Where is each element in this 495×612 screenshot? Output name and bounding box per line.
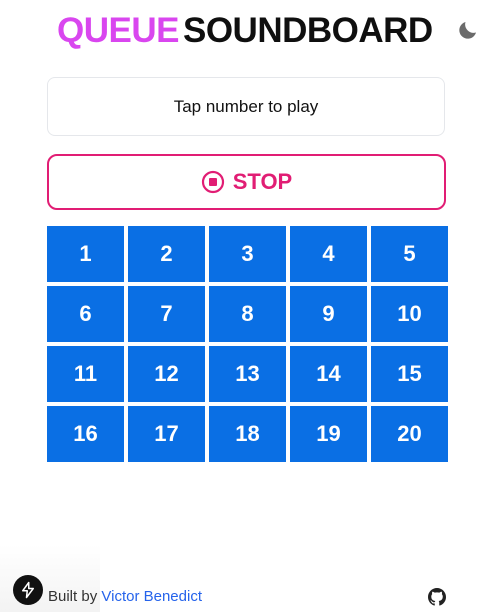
author-link[interactable]: Victor Benedict — [101, 588, 202, 605]
lightning-icon — [22, 581, 34, 599]
page-title: QUEUE SOUNDBOARD — [57, 10, 433, 50]
number-button-18[interactable]: 18 — [209, 406, 286, 462]
number-button-5[interactable]: 5 — [371, 226, 448, 282]
title-soundboard: SOUNDBOARD — [182, 10, 433, 50]
number-button-19[interactable]: 19 — [290, 406, 367, 462]
built-by-label: Built by — [48, 588, 98, 605]
moon-icon — [459, 22, 476, 39]
number-button-8[interactable]: 8 — [209, 286, 286, 342]
number-button-9[interactable]: 9 — [290, 286, 367, 342]
stop-circle-icon — [201, 170, 224, 194]
number-button-17[interactable]: 17 — [128, 406, 205, 462]
number-button-2[interactable]: 2 — [128, 226, 205, 282]
soundboard-page: QUEUE SOUNDBOARD Tap number to play STOP… — [0, 0, 495, 612]
number-button-3[interactable]: 3 — [209, 226, 286, 282]
number-button-6[interactable]: 6 — [47, 286, 124, 342]
number-button-16[interactable]: 16 — [47, 406, 124, 462]
number-button-14[interactable]: 14 — [290, 346, 367, 402]
instructions-box: Tap number to play — [47, 77, 445, 136]
number-button-1[interactable]: 1 — [47, 226, 124, 282]
number-button-15[interactable]: 15 — [371, 346, 448, 402]
number-button-11[interactable]: 11 — [47, 346, 124, 402]
number-grid: 1 2 3 4 5 6 7 8 9 10 11 12 13 14 15 16 17 18 19 20 — [47, 226, 448, 462]
number-button-4[interactable]: 4 — [290, 226, 367, 282]
number-button-7[interactable]: 7 — [128, 286, 205, 342]
built-by-text: Built by Victor Benedict — [48, 588, 202, 605]
github-icon[interactable] — [428, 588, 446, 606]
title-queue: QUEUE — [57, 10, 179, 50]
number-button-10[interactable]: 10 — [371, 286, 448, 342]
theme-toggle-button[interactable] — [456, 18, 480, 42]
lightning-logo-icon[interactable] — [13, 575, 43, 605]
number-button-20[interactable]: 20 — [371, 406, 448, 462]
stop-label: STOP — [232, 169, 293, 194]
instructions-text: Tap number to play — [173, 96, 319, 116]
number-button-12[interactable]: 12 — [128, 346, 205, 402]
number-button-13[interactable]: 13 — [209, 346, 286, 402]
stop-button[interactable]: STOP — [47, 154, 446, 210]
